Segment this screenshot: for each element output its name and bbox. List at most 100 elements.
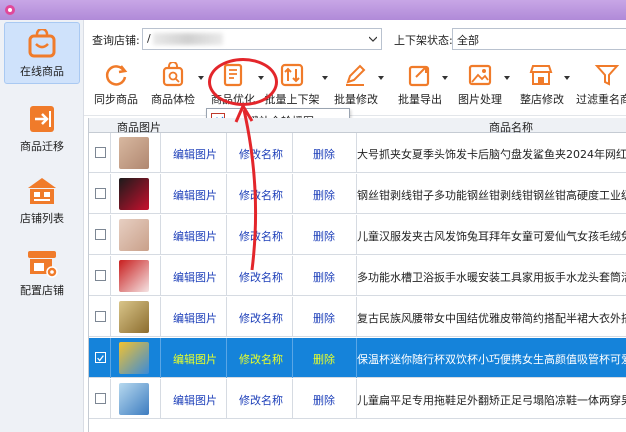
delete-link[interactable]: 删除 bbox=[313, 269, 335, 285]
filter-icon bbox=[594, 65, 620, 86]
sync-products-button[interactable]: 同步商品 bbox=[94, 62, 138, 112]
edit-name-link[interactable]: 修改名称 bbox=[239, 146, 283, 162]
filter-bar: 查询店铺: / 上下架状态: 全部 bbox=[84, 20, 626, 58]
edit-name-link[interactable]: 修改名称 bbox=[239, 187, 283, 203]
status-select[interactable]: 全部 bbox=[452, 28, 626, 50]
delete-cell: 删除 bbox=[293, 379, 357, 419]
sidebar-item-label: 配置店铺 bbox=[20, 284, 64, 297]
sidebar-item-label: 商品迁移 bbox=[20, 140, 64, 153]
sidebar-item-label: 在线商品 bbox=[20, 65, 64, 78]
table-row[interactable]: 编辑图片 修改名称 删除 儿童扁平足专用拖鞋足外翻矫正足弓塌陷凉鞋一体两穿男洞洞… bbox=[89, 379, 626, 419]
delete-link[interactable]: 删除 bbox=[313, 187, 335, 203]
row-checkbox[interactable] bbox=[95, 188, 106, 199]
product-thumbnail[interactable] bbox=[119, 301, 149, 333]
edit-name-link[interactable]: 修改名称 bbox=[239, 392, 283, 408]
product-thumbnail[interactable] bbox=[119, 383, 149, 415]
sidebar-item-online-products[interactable]: 在线商品 bbox=[4, 22, 80, 84]
delete-link[interactable]: 删除 bbox=[313, 392, 335, 408]
dropdown-arrow-icon[interactable] bbox=[378, 75, 384, 81]
sidebar-item-store-list[interactable]: 店铺列表 bbox=[4, 170, 80, 232]
edit-image-link[interactable]: 编辑图片 bbox=[173, 269, 217, 285]
row-checkbox[interactable] bbox=[95, 270, 106, 281]
edit-image-link[interactable]: 编辑图片 bbox=[173, 146, 217, 162]
product-optimize-button[interactable]: 商品优化 bbox=[210, 62, 264, 112]
toolbar-label: 整店修改 bbox=[520, 93, 564, 106]
product-thumbnail[interactable] bbox=[119, 219, 149, 251]
delete-link[interactable]: 删除 bbox=[313, 310, 335, 326]
toolbar-label: 商品优化 bbox=[211, 93, 255, 106]
edit-name-link[interactable]: 修改名称 bbox=[239, 310, 283, 326]
table-row[interactable]: 编辑图片 修改名称 删除 儿童汉服发夹古风发饰兔耳拜年女童可爱仙气女孩毛绒兔耳发… bbox=[89, 215, 626, 255]
optimize-icon bbox=[223, 63, 243, 87]
batch-edit-button[interactable]: 批量修改 bbox=[334, 62, 384, 112]
row-checkbox[interactable] bbox=[95, 311, 106, 322]
delete-link[interactable]: 删除 bbox=[313, 351, 335, 367]
dropdown-arrow-icon[interactable] bbox=[564, 75, 570, 81]
store-edit-icon bbox=[529, 65, 553, 85]
table-row[interactable]: 编辑图片 修改名称 删除 保温杯迷你随行杯双饮杯小巧便携女生高颜值吸管杯可爱 bbox=[89, 338, 626, 378]
edit-image-link[interactable]: 编辑图片 bbox=[173, 228, 217, 244]
toolbar-label: 同步商品 bbox=[94, 93, 138, 106]
checkbox-cell bbox=[89, 215, 111, 255]
checkbox-cell bbox=[89, 379, 111, 419]
batch-shelf-toggle-button[interactable]: 批量上下架 bbox=[264, 62, 328, 112]
store-filter-label: 查询店铺: bbox=[92, 34, 140, 47]
edit-image-cell: 编辑图片 bbox=[161, 379, 227, 419]
product-checkup-button[interactable]: 商品体检 bbox=[150, 62, 204, 112]
sidebar-item-label: 店铺列表 bbox=[20, 212, 64, 225]
table-row[interactable]: 编辑图片 修改名称 删除 钢丝钳剥线钳子多功能钢丝钳剥线钳钢丝钳高硬度工业级多用… bbox=[89, 174, 626, 214]
delete-cell: 删除 bbox=[293, 133, 357, 173]
sidebar: 在线商品 商品迁移 店铺列表 配置店铺 bbox=[0, 20, 84, 432]
sidebar-item-store-config[interactable]: 配置店铺 bbox=[4, 242, 80, 304]
edit-image-link[interactable]: 编辑图片 bbox=[173, 187, 217, 203]
toolbar-label: 图片处理 bbox=[458, 93, 502, 106]
table-row[interactable]: 编辑图片 修改名称 删除 复古民族风腰带女中国结优雅皮带简约搭配半裙大衣外搭束腰… bbox=[89, 297, 626, 337]
product-thumbnail[interactable] bbox=[119, 178, 149, 210]
toolbar-label: 过滤重名商品 bbox=[576, 93, 626, 106]
product-thumbnail[interactable] bbox=[119, 137, 149, 169]
edit-image-link[interactable]: 编辑图片 bbox=[173, 310, 217, 326]
store-config-icon bbox=[28, 251, 58, 278]
delete-link[interactable]: 删除 bbox=[313, 228, 335, 244]
row-checkbox[interactable] bbox=[95, 352, 106, 363]
edit-name-link[interactable]: 修改名称 bbox=[239, 351, 283, 367]
image-cell bbox=[111, 338, 161, 378]
row-checkbox[interactable] bbox=[95, 147, 106, 158]
dropdown-arrow-icon[interactable] bbox=[504, 75, 510, 81]
shopping-bag-icon bbox=[28, 29, 56, 58]
delete-link[interactable]: 删除 bbox=[313, 146, 335, 162]
dropdown-arrow-icon[interactable] bbox=[442, 75, 448, 81]
store-select[interactable]: / bbox=[142, 28, 382, 50]
edit-image-link[interactable]: 编辑图片 bbox=[173, 351, 217, 367]
checkbox-cell bbox=[89, 297, 111, 337]
filter-duplicate-button[interactable]: 过滤重名商品 bbox=[576, 62, 626, 112]
migrate-icon bbox=[30, 106, 54, 132]
app-logo-icon bbox=[5, 5, 15, 15]
checkbox-cell bbox=[89, 133, 111, 173]
product-thumbnail[interactable] bbox=[119, 260, 149, 292]
product-thumbnail[interactable] bbox=[119, 342, 149, 374]
table-row[interactable]: 编辑图片 修改名称 删除 多功能水槽卫浴扳手水暖安装工具家用扳手水龙头套筒活动扳… bbox=[89, 256, 626, 296]
dropdown-arrow-icon[interactable] bbox=[322, 75, 328, 81]
chevron-down-icon bbox=[369, 36, 377, 42]
title-bar bbox=[0, 0, 626, 20]
edit-name-link[interactable]: 修改名称 bbox=[239, 269, 283, 285]
toolbar: 同步商品 商品体检 商品优化 批量上下架 批量修改 批量导出 图片处理 整店修改… bbox=[84, 58, 626, 116]
shelf-toggle-icon bbox=[280, 63, 304, 87]
image-process-button[interactable]: 图片处理 bbox=[458, 62, 510, 112]
edit-image-link[interactable]: 编辑图片 bbox=[173, 392, 217, 408]
store-edit-button[interactable]: 整店修改 bbox=[520, 62, 570, 112]
sidebar-item-product-migration[interactable]: 商品迁移 bbox=[4, 98, 80, 160]
row-checkbox[interactable] bbox=[95, 393, 106, 404]
row-checkbox[interactable] bbox=[95, 229, 106, 240]
edit-name-cell: 修改名称 bbox=[227, 256, 293, 296]
product-name: 大号抓夹女夏季头饰发卡后脑勺盘发鲨鱼夹2024年网红新款发夹 bbox=[357, 148, 626, 161]
checkbox-cell bbox=[89, 256, 111, 296]
batch-export-button[interactable]: 批量导出 bbox=[398, 62, 448, 112]
table-header: 商品图片 商品名称 bbox=[89, 118, 626, 134]
edit-name-link[interactable]: 修改名称 bbox=[239, 228, 283, 244]
toolbar-label: 批量导出 bbox=[398, 93, 442, 106]
dropdown-arrow-icon[interactable] bbox=[198, 75, 204, 81]
table-row[interactable]: 编辑图片 修改名称 删除 大号抓夹女夏季头饰发卡后脑勺盘发鲨鱼夹2024年网红新… bbox=[89, 133, 626, 173]
edit-name-cell: 修改名称 bbox=[227, 379, 293, 419]
